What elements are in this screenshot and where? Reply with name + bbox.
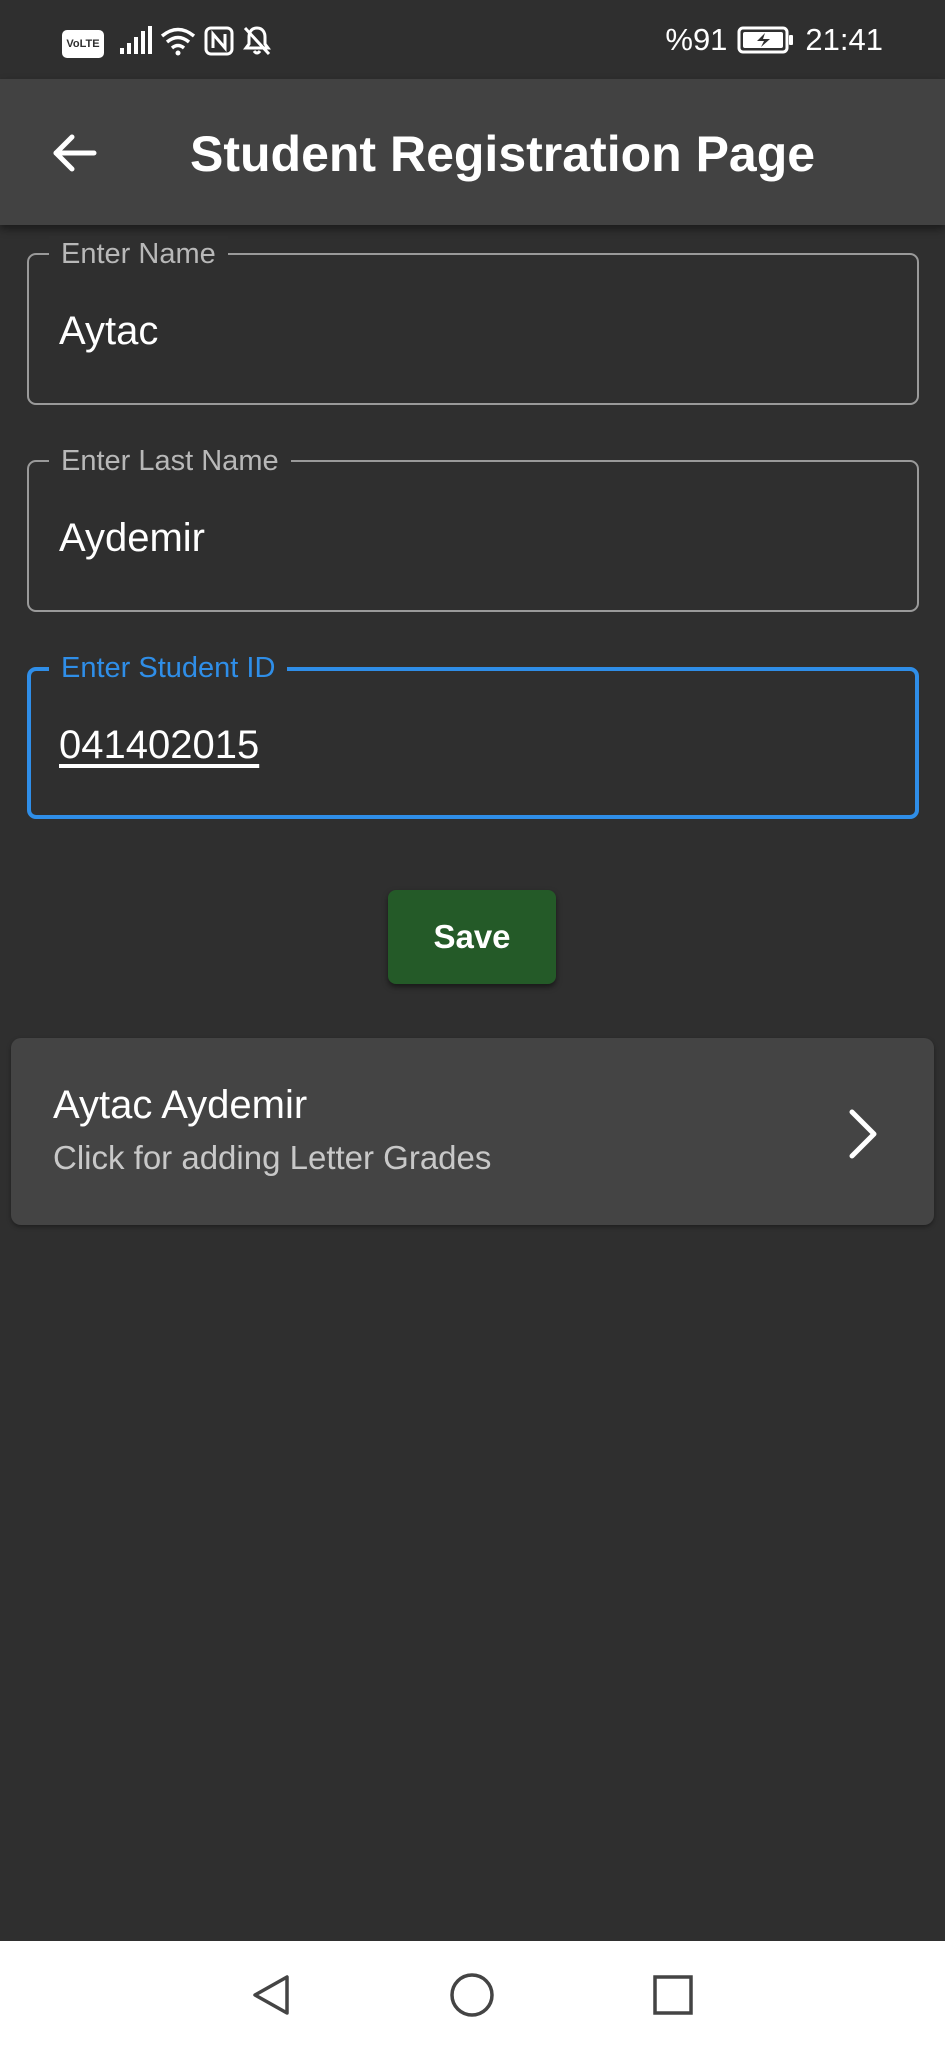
nav-home-button[interactable] bbox=[442, 1965, 502, 2025]
student-subtitle: Click for adding Letter Grades bbox=[53, 1139, 492, 1176]
battery-percent: %91 bbox=[665, 22, 728, 57]
volte-icon: VoLTE bbox=[62, 30, 104, 58]
bell-off-icon bbox=[243, 26, 271, 56]
student-list-item[interactable]: Aytac Aydemir Click for adding Letter Gr… bbox=[11, 1038, 934, 1225]
arrow-left-icon bbox=[53, 134, 97, 172]
last-name-input[interactable] bbox=[59, 508, 879, 568]
wifi-icon bbox=[160, 27, 196, 56]
student-id-input[interactable] bbox=[59, 715, 879, 775]
chevron-right-icon bbox=[849, 1109, 877, 1159]
student-id-field[interactable]: Enter Student ID bbox=[27, 650, 919, 819]
name-input[interactable] bbox=[59, 301, 879, 361]
app-bar: Student Registration Page bbox=[0, 79, 945, 225]
nav-back-button[interactable] bbox=[241, 1965, 301, 2025]
status-icons bbox=[120, 24, 272, 58]
last-name-field-label: Enter Last Name bbox=[49, 443, 291, 479]
signal-icon bbox=[120, 26, 152, 54]
status-time: 21:41 bbox=[805, 22, 883, 57]
nfc-icon bbox=[204, 26, 234, 56]
last-name-field[interactable]: Enter Last Name bbox=[27, 443, 919, 612]
back-button[interactable] bbox=[40, 119, 108, 187]
nav-recents-button[interactable] bbox=[643, 1965, 703, 2025]
student-name: Aytac Aydemir bbox=[53, 1083, 308, 1127]
name-field[interactable]: Enter Name bbox=[27, 236, 919, 405]
status-bar: VoLTE %91 21:41 bbox=[0, 0, 945, 79]
name-field-label: Enter Name bbox=[49, 236, 228, 272]
system-nav-bar bbox=[0, 1941, 945, 2048]
status-right: %91 21:41 bbox=[665, 20, 883, 60]
student-id-field-label: Enter Student ID bbox=[49, 650, 288, 686]
home-circle-icon bbox=[450, 1973, 494, 2017]
recents-square-icon bbox=[653, 1975, 693, 2015]
battery-charging-icon bbox=[737, 26, 794, 54]
save-button[interactable]: Save bbox=[388, 890, 556, 984]
back-triangle-icon bbox=[253, 1975, 289, 2015]
page-title: Student Registration Page bbox=[190, 126, 816, 182]
